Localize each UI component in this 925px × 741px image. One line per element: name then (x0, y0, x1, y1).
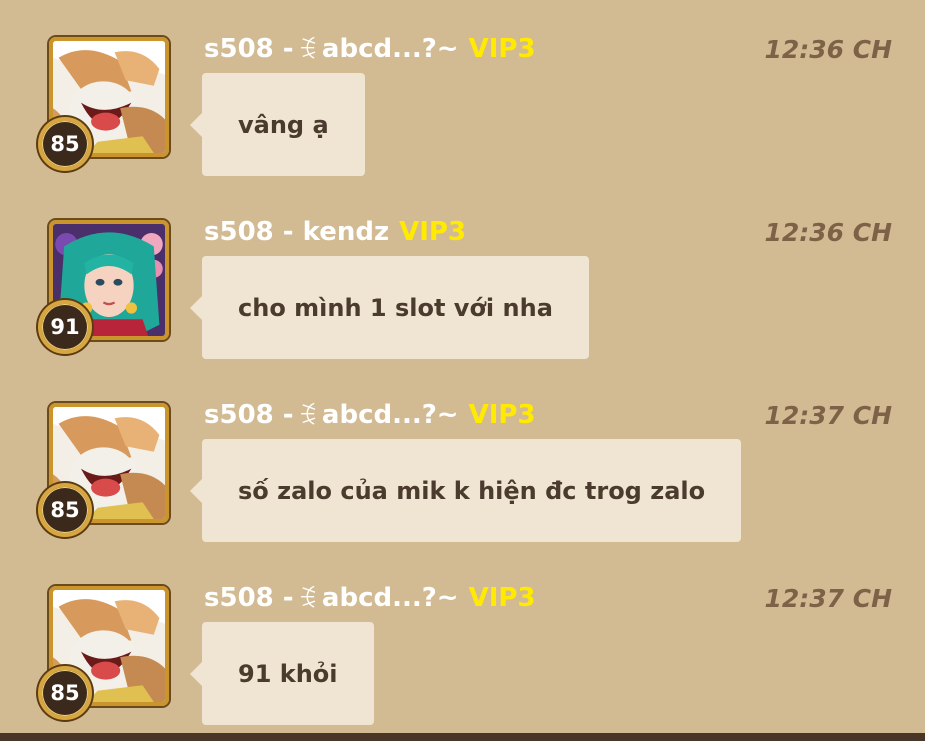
vip-badge: VIP3 (468, 583, 536, 613)
sender-name-prefix: s508 - kendz (204, 217, 390, 247)
sender-name-symbol: ꉂ (297, 585, 318, 615)
chat-message: 85 s508 - ꉂ abcd...?~ VIP3 12:37 CH 91 k… (0, 549, 925, 732)
sender-name[interactable]: s508 - ꉂ abcd...?~ VIP3 (204, 579, 536, 617)
sender-name-suffix: abcd...?~ (321, 400, 459, 430)
message-bubble: số zalo của mik k hiện đc trog zalo (189, 439, 742, 542)
sender-name-suffix: abcd...?~ (321, 34, 459, 64)
level-badge: 85 (38, 117, 92, 171)
sender-name-suffix: abcd...?~ (321, 583, 459, 613)
sender-name[interactable]: s508 - kendz VIP3 (204, 213, 466, 251)
message-time: 12:37 CH (764, 583, 892, 613)
chat-message: 91 s508 - kendz VIP3 12:36 CH cho mình 1… (0, 183, 925, 366)
vip-badge: VIP3 (468, 400, 536, 430)
sender-name-prefix: s508 - (204, 583, 294, 613)
sender-name-symbol: ꉂ (297, 402, 318, 432)
sender-name[interactable]: s508 - ꉂ abcd...?~ VIP3 (204, 396, 536, 434)
chat-message: 85 s508 - ꉂ abcd...?~ VIP3 12:36 CH vâng… (0, 0, 925, 183)
sender-name-prefix: s508 - (204, 34, 294, 64)
message-bubble: vâng ạ (190, 73, 365, 176)
message-time: 12:36 CH (764, 34, 892, 64)
vip-badge: VIP3 (399, 217, 467, 247)
sender-name-prefix: s508 - (204, 400, 294, 430)
sender-name-symbol: ꉂ (297, 36, 318, 66)
message-time: 12:36 CH (764, 217, 892, 247)
level-badge: 85 (38, 483, 92, 537)
message-bubble: 91 khỏi (190, 622, 374, 725)
message-bubble: cho mình 1 slot với nha (190, 256, 589, 359)
vip-badge: VIP3 (468, 34, 536, 64)
message-time: 12:37 CH (764, 400, 892, 430)
sender-name[interactable]: s508 - ꉂ abcd...?~ VIP3 (204, 30, 536, 68)
chat-log: 85 s508 - ꉂ abcd...?~ VIP3 12:36 CH vâng… (0, 0, 925, 733)
chat-footer-divider (0, 733, 925, 741)
chat-message: 85 s508 - ꉂ abcd...?~ VIP3 12:37 CH số z… (0, 366, 925, 549)
level-badge: 91 (38, 300, 92, 354)
level-badge: 85 (38, 666, 92, 720)
